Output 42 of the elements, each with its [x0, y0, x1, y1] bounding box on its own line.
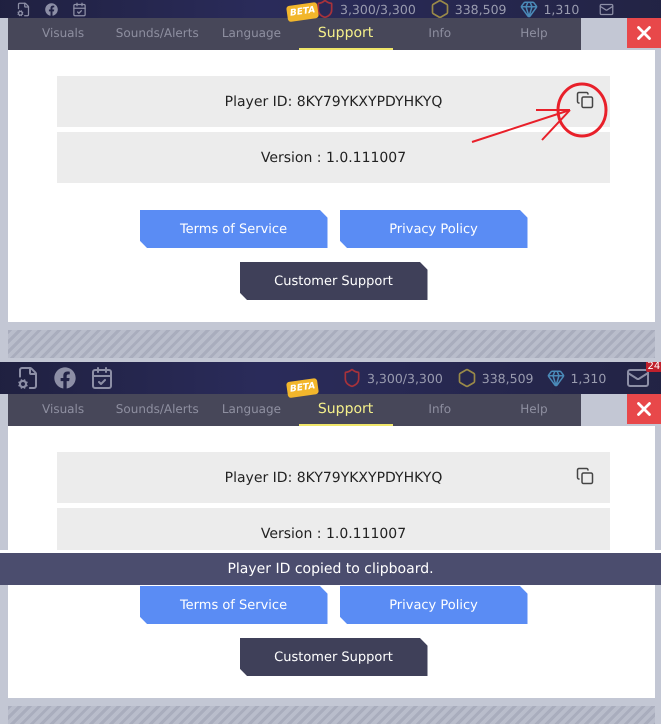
resource-count: 3,300/3,300 — [340, 2, 416, 16]
link-button[interactable]: Terms of Service — [140, 210, 328, 248]
resource-count: 1,310 — [570, 370, 606, 386]
close-button[interactable] — [627, 394, 661, 424]
support-button[interactable]: Customer Support — [240, 262, 428, 300]
mail-icon[interactable] — [599, 2, 614, 16]
link-button[interactable]: Terms of Service — [140, 586, 328, 624]
emblem-icon — [342, 368, 362, 388]
coin-icon — [456, 368, 477, 388]
coin-icon — [430, 0, 450, 18]
copy-button[interactable] — [576, 91, 594, 109]
document-settings-icon[interactable] — [16, 2, 31, 16]
settings-tab[interactable]: Visuals — [16, 18, 110, 50]
close-button[interactable] — [627, 18, 661, 48]
calendar-check-icon[interactable] — [90, 366, 114, 390]
toast-message: Player ID copied to clipboard. — [0, 550, 661, 585]
gem-icon — [520, 0, 538, 18]
settings-tab[interactable]: Help — [486, 394, 582, 426]
player-id-text: Player ID: 8KY79YKXYPDYHKYQ — [224, 94, 442, 110]
document-settings-icon[interactable] — [16, 366, 40, 390]
link-button[interactable]: Privacy Policy — [340, 210, 528, 248]
version-text: Version : 1.0.111007 — [260, 526, 406, 542]
settings-tab[interactable]: Info — [392, 18, 487, 50]
settings-tab[interactable]: Help — [486, 18, 582, 50]
copy-button[interactable] — [576, 467, 594, 485]
resource-count: 338,509 — [482, 370, 534, 386]
settings-tab[interactable]: Visuals — [16, 394, 110, 426]
support-button[interactable]: Customer Support — [240, 638, 428, 676]
facebook-icon[interactable] — [45, 2, 58, 16]
facebook-icon[interactable] — [54, 367, 76, 389]
emblem-icon — [315, 0, 335, 18]
settings-tab[interactable]: Sounds/Alerts — [110, 394, 204, 426]
version-text: Version : 1.0.111007 — [260, 150, 406, 166]
link-button[interactable]: Privacy Policy — [340, 586, 528, 624]
resource-count: 338,509 — [454, 2, 506, 16]
calendar-check-icon[interactable] — [72, 2, 87, 16]
gem-icon — [547, 369, 566, 387]
settings-tab[interactable]: Info — [392, 394, 487, 426]
resource-count: 3,300/3,300 — [367, 370, 443, 386]
resource-count: 1,310 — [543, 2, 580, 16]
settings-tab[interactable]: Sounds/Alerts — [110, 18, 204, 50]
player-id-text: Player ID: 8KY79YKXYPDYHKYQ — [224, 470, 442, 486]
